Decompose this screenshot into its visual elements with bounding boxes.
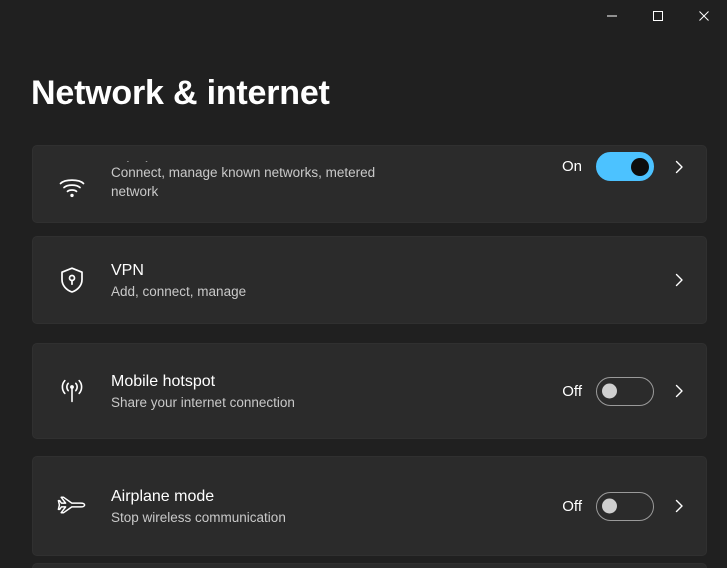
shield-lock-icon xyxy=(33,265,111,295)
title-bar xyxy=(0,0,727,32)
settings-list: Wi-Fi Connect, manage known networks, me… xyxy=(0,140,727,568)
setting-controls-vpn xyxy=(668,272,690,288)
toggle-knob xyxy=(602,498,617,514)
chevron-right-icon-mobile-hotspot[interactable] xyxy=(668,383,690,399)
setting-text-airplane-mode: Airplane mode Stop wireless communicatio… xyxy=(111,486,558,527)
toggle-mobile-hotspot[interactable] xyxy=(596,376,654,406)
toggle-knob xyxy=(631,157,649,176)
toggle-label-airplane-mode: Off xyxy=(562,497,582,515)
wifi-icon xyxy=(33,166,111,202)
setting-card-vpn[interactable]: VPN Add, connect, manage xyxy=(32,236,707,324)
close-icon xyxy=(698,10,710,22)
setting-controls-airplane-mode: Off xyxy=(558,491,690,521)
chevron-right-icon-wifi[interactable] xyxy=(668,159,690,175)
setting-controls-mobile-hotspot: Off xyxy=(558,376,690,406)
chevron-right-icon-airplane-mode[interactable] xyxy=(668,498,690,514)
setting-text-mobile-hotspot: Mobile hotspot Share your internet conne… xyxy=(111,371,558,412)
setting-title-wifi: Wi-Fi xyxy=(111,158,546,162)
setting-subtitle-mobile-hotspot: Share your internet connection xyxy=(111,394,295,410)
setting-card-mobile-hotspot[interactable]: Mobile hotspot Share your internet conne… xyxy=(32,343,707,439)
toggle-wifi[interactable] xyxy=(596,152,654,181)
page-title: Network & internet xyxy=(31,74,330,112)
setting-subtitle-airplane-mode: Stop wireless communication xyxy=(111,509,286,525)
toggle-label-mobile-hotspot: Off xyxy=(562,382,582,400)
setting-title-airplane-mode: Airplane mode xyxy=(111,487,215,505)
toggle-label-wifi: On xyxy=(561,158,582,175)
setting-subtitle-wifi: Connect, manage known networks, metered … xyxy=(111,164,376,199)
maximize-button[interactable] xyxy=(635,0,681,32)
setting-subtitle-vpn: Add, connect, manage xyxy=(111,283,247,299)
setting-controls-wifi: On xyxy=(558,152,690,181)
close-button[interactable] xyxy=(681,0,727,32)
setting-text-vpn: VPN Add, connect, manage xyxy=(111,260,668,301)
maximize-icon xyxy=(652,10,664,22)
minimize-button[interactable] xyxy=(589,0,635,32)
minimize-icon xyxy=(606,10,618,22)
toggle-airplane-mode[interactable] xyxy=(596,491,654,521)
setting-title-vpn: VPN xyxy=(111,261,144,279)
setting-text-wifi: Wi-Fi Connect, manage known networks, me… xyxy=(111,158,558,201)
toggle-knob xyxy=(602,383,617,399)
broadcast-tower-icon xyxy=(33,376,111,406)
setting-card-airplane-mode[interactable]: Airplane mode Stop wireless communicatio… xyxy=(32,456,707,556)
setting-card-wifi[interactable]: Wi-Fi Connect, manage known networks, me… xyxy=(32,145,707,223)
setting-card-next-partial[interactable] xyxy=(32,563,707,568)
setting-title-mobile-hotspot: Mobile hotspot xyxy=(111,372,216,390)
chevron-right-icon-vpn[interactable] xyxy=(668,272,690,288)
airplane-icon xyxy=(33,491,111,521)
